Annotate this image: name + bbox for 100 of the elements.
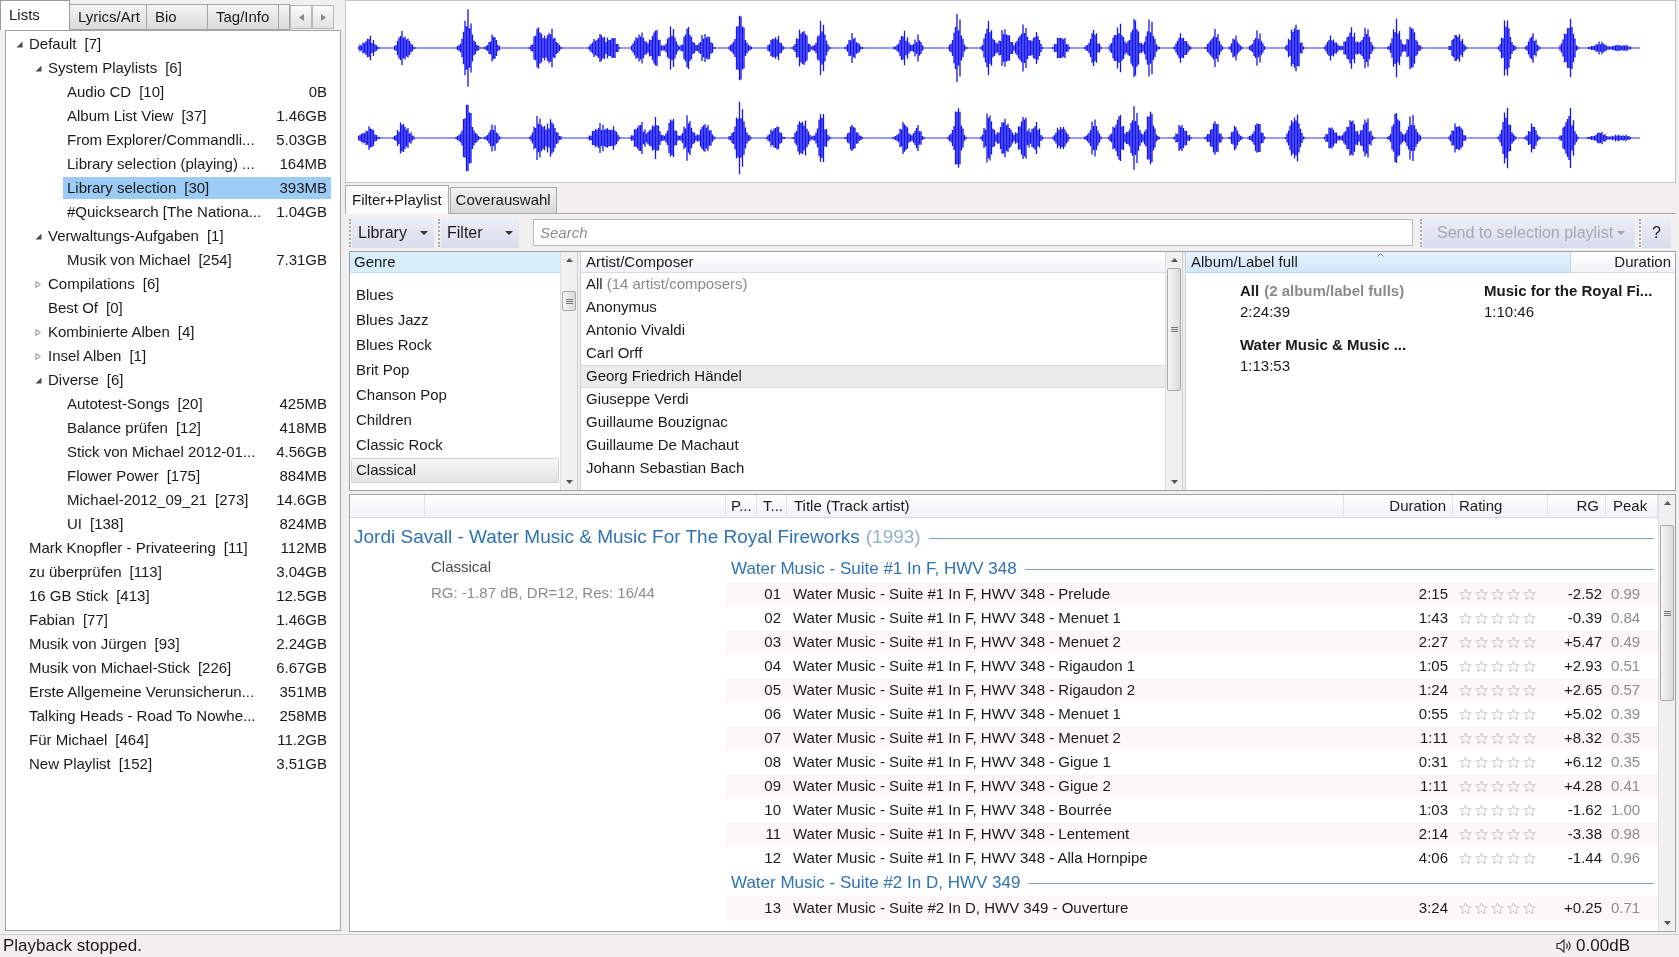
track-row[interactable]: 08 Water Music - Suite #1 In F, HWV 348 - Gigue 1 0:31 +6.12 0.35	[726, 750, 1658, 774]
list-item[interactable]: Blues	[351, 283, 559, 308]
list-item[interactable]: All (14 artist/composers)	[581, 273, 1165, 296]
tree-item[interactable]: Verwaltungs-Aufgaben [1]	[44, 225, 331, 247]
star-icon[interactable]	[1507, 683, 1520, 697]
star-icon[interactable]	[1523, 779, 1536, 793]
track-row[interactable]: 10 Water Music - Suite #1 In F, HWV 348 - Bourrée 1:03 -1.62 1.00	[726, 798, 1658, 822]
star-icon[interactable]	[1491, 635, 1504, 649]
star-icon[interactable]	[1507, 707, 1520, 721]
tree-item[interactable]: Musik von Michael-Stick [226] 6.67GB	[25, 657, 331, 679]
star-icon[interactable]	[1523, 659, 1536, 673]
star-icon[interactable]	[1507, 851, 1520, 865]
star-icon[interactable]	[1523, 635, 1536, 649]
star-icon[interactable]	[1507, 659, 1520, 673]
star-icon[interactable]	[1491, 827, 1504, 841]
help-button[interactable]: ?	[1642, 217, 1671, 248]
star-icon[interactable]	[1523, 755, 1536, 769]
scrollbar[interactable]	[560, 252, 577, 490]
star-icon[interactable]	[1475, 587, 1488, 601]
column-header[interactable]: P...	[726, 495, 757, 517]
collapsed-triangle-icon[interactable]	[34, 328, 42, 336]
tab[interactable]	[278, 4, 290, 30]
star-icon[interactable]	[1507, 755, 1520, 769]
tree-item[interactable]: Default [7]	[25, 33, 331, 55]
star-icon[interactable]	[1523, 731, 1536, 745]
tree-item[interactable]: Library selection (playing) ... 164MB	[63, 153, 331, 175]
list-item[interactable]: Guillaume De Machaut	[581, 434, 1165, 457]
star-icon[interactable]	[1491, 731, 1504, 745]
star-icon[interactable]	[1507, 731, 1520, 745]
tree-item[interactable]: Audio CD [10] 0B	[63, 81, 331, 103]
track-row[interactable]: 05 Water Music - Suite #1 In F, HWV 348 - Rigaudon 2 1:24 +2.65 0.57	[726, 678, 1658, 702]
tree-item[interactable]: Stick von Michael 2012-01... 4.56GB	[63, 441, 331, 463]
tree-item[interactable]: Album List View [37] 1.46GB	[63, 105, 331, 127]
track-row[interactable]: 03 Water Music - Suite #1 In F, HWV 348 - Menuet 2 2:27 +5.47 0.49	[726, 630, 1658, 654]
star-icon[interactable]	[1475, 779, 1488, 793]
star-icon[interactable]	[1523, 803, 1536, 817]
list-item[interactable]: Johann Sebastian Bach	[581, 457, 1165, 480]
scroll-down-arrow-icon[interactable]	[1170, 480, 1178, 484]
list-item[interactable]: Anonymus	[581, 296, 1165, 319]
star-icon[interactable]	[1491, 779, 1504, 793]
star-icon[interactable]	[1459, 611, 1472, 625]
list-item[interactable]: Classical	[351, 458, 559, 483]
star-icon[interactable]	[1459, 587, 1472, 601]
tree-item[interactable]: Flower Power [175] 884MB	[63, 465, 331, 487]
tab[interactable]: Coverauswahl	[449, 187, 557, 213]
star-icon[interactable]	[1459, 803, 1472, 817]
list-item[interactable]: Carl Orff	[581, 342, 1165, 365]
album-title[interactable]: Water Music & Music ...	[1240, 335, 1484, 356]
scroll-up-arrow-icon[interactable]	[1170, 258, 1178, 262]
column-header[interactable]: Album/Label full	[1186, 252, 1571, 273]
scroll-up-arrow-icon[interactable]	[565, 258, 573, 262]
star-icon[interactable]	[1459, 683, 1472, 697]
star-icon[interactable]	[1475, 731, 1488, 745]
list-item[interactable]: Classic Rock	[351, 433, 559, 458]
tree-item[interactable]: Best Of [0]	[44, 297, 331, 319]
expanded-triangle-icon[interactable]	[34, 64, 42, 72]
column-header[interactable]: Title (Track artist)	[787, 495, 1344, 517]
star-icon[interactable]	[1491, 659, 1504, 673]
star-icon[interactable]	[1475, 827, 1488, 841]
star-icon[interactable]	[1491, 683, 1504, 697]
collapsed-triangle-icon[interactable]	[34, 352, 42, 360]
star-icon[interactable]	[1491, 587, 1504, 601]
speaker-icon[interactable]	[1556, 939, 1573, 953]
tree-item[interactable]: zu überprüfen [113] 3.04GB	[25, 561, 331, 583]
search-field[interactable]: Search	[533, 219, 1413, 246]
star-icon[interactable]	[1459, 731, 1472, 745]
scrollbar[interactable]	[1165, 252, 1182, 490]
tree-item[interactable]: Diverse [6]	[44, 369, 331, 391]
star-icon[interactable]	[1475, 755, 1488, 769]
list-item[interactable]: Guillaume Bouzignac	[581, 411, 1165, 434]
star-icon[interactable]	[1475, 707, 1488, 721]
star-icon[interactable]	[1475, 683, 1488, 697]
star-icon[interactable]	[1459, 851, 1472, 865]
tree-item[interactable]: Compilations [6]	[44, 273, 331, 295]
tree-item[interactable]: Library selection [30] 393MB	[63, 177, 331, 199]
track-row[interactable]: 02 Water Music - Suite #1 In F, HWV 348 - Menuet 1 1:43 -0.39 0.84	[726, 606, 1658, 630]
expanded-triangle-icon[interactable]	[34, 376, 42, 384]
track-row[interactable]: 07 Water Music - Suite #1 In F, HWV 348 - Menuet 2 1:11 +8.32 0.35	[726, 726, 1658, 750]
album-title[interactable]: Music for the Royal Fi...	[1484, 281, 1675, 302]
tab[interactable]: Bio	[146, 4, 208, 30]
list-item[interactable]: Chanson Pop	[351, 383, 559, 408]
column-header[interactable]: Genre	[350, 252, 560, 273]
star-icon[interactable]	[1491, 755, 1504, 769]
star-icon[interactable]	[1491, 901, 1504, 915]
star-icon[interactable]	[1475, 851, 1488, 865]
dropdown-button[interactable]: Filter	[441, 217, 519, 248]
star-icon[interactable]	[1459, 659, 1472, 673]
tree-item[interactable]: System Playlists [6]	[44, 57, 331, 79]
star-icon[interactable]	[1459, 707, 1472, 721]
track-row[interactable]: 12 Water Music - Suite #1 In F, HWV 348 - Alla Hornpipe 4:06 -1.44 0.96	[726, 846, 1658, 870]
star-icon[interactable]	[1507, 587, 1520, 601]
star-icon[interactable]	[1459, 901, 1472, 915]
tree-item[interactable]: From Explorer/Commandli... 5.03GB	[63, 129, 331, 151]
tree-item[interactable]: Fabian [77] 1.46GB	[25, 609, 331, 631]
scroll-down-arrow-icon[interactable]	[1663, 921, 1671, 925]
tree-item[interactable]: Insel Alben [1]	[44, 345, 331, 367]
tree-item[interactable]: Michael-2012_09_21 [273] 14.6GB	[63, 489, 331, 511]
column-header[interactable]: Duration	[1344, 495, 1453, 517]
list-item[interactable]: Blues Jazz	[351, 308, 559, 333]
tab[interactable]: Filter+Playlist	[345, 185, 449, 214]
